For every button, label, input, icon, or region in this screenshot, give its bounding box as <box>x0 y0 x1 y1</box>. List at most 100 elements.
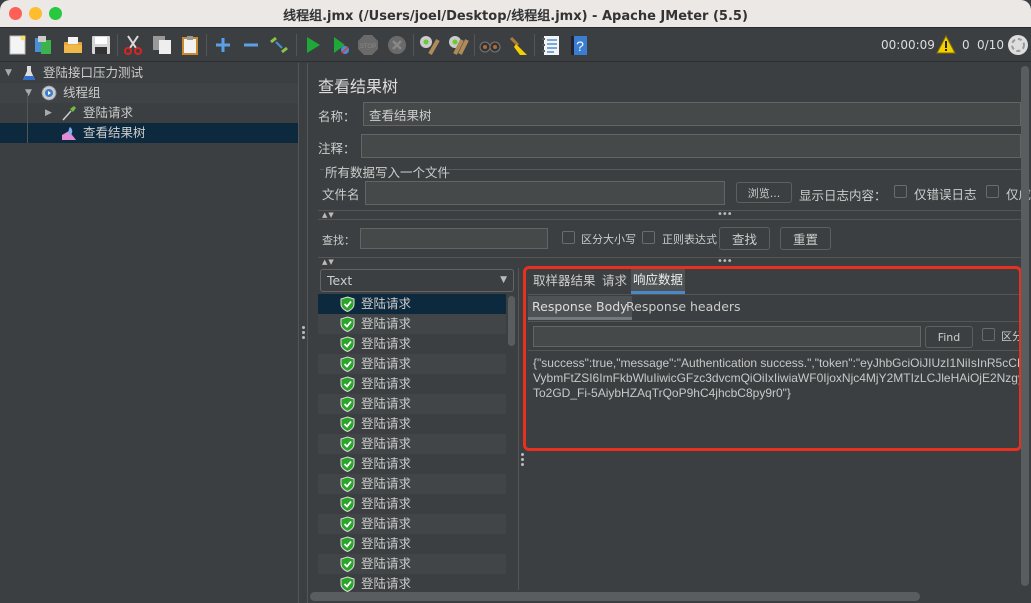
divider <box>318 219 1021 220</box>
errors-only-checkbox[interactable] <box>894 185 907 198</box>
result-item[interactable]: 登陆请求 <box>318 534 506 554</box>
warning-icon[interactable] <box>936 35 956 55</box>
active-threads: 0/10 <box>977 38 1004 52</box>
regex-checkbox[interactable] <box>642 231 655 244</box>
clear-all-icon[interactable] <box>447 34 469 56</box>
flask-icon <box>23 66 35 80</box>
case-sensitive-checkbox[interactable] <box>562 231 575 244</box>
renderer-select[interactable]: Text ▼ <box>320 269 514 292</box>
help-icon[interactable]: ? <box>568 34 590 56</box>
result-item[interactable]: 登陆请求 <box>318 474 506 494</box>
collapse-icon[interactable] <box>240 34 262 56</box>
tree-item-view-results-tree[interactable]: 查看结果树 <box>0 123 298 143</box>
new-icon[interactable] <box>7 34 29 56</box>
toggle-icon[interactable] <box>268 34 290 56</box>
result-item[interactable]: 登陆请求 <box>318 514 506 534</box>
result-item[interactable]: 登陆请求 <box>318 434 506 454</box>
reset-search-icon[interactable] <box>507 34 529 56</box>
save-icon[interactable] <box>90 34 112 56</box>
search-icon[interactable] <box>479 34 501 56</box>
comment-label: 注释： <box>318 141 356 156</box>
main-splitter[interactable] <box>298 63 308 603</box>
tab-sampler-result[interactable]: 取样器结果 <box>531 271 598 293</box>
chevron-down-icon: ▼ <box>500 275 507 285</box>
success-shield-icon <box>340 376 355 392</box>
name-input[interactable] <box>363 102 1021 126</box>
chevron-down-icon[interactable]: ▼ <box>5 63 12 83</box>
horizontal-scrollbar[interactable] <box>310 592 920 601</box>
result-item-label: 登陆请求 <box>361 556 412 571</box>
result-item[interactable]: 登陆请求 <box>318 574 506 594</box>
renderer-select-value: Text <box>327 273 353 288</box>
response-find-button[interactable]: Find <box>925 326 973 348</box>
warning-count: 0 <box>962 38 970 52</box>
split-handle-icon[interactable]: ••• <box>717 210 733 220</box>
result-item[interactable]: 登陆请求 <box>318 414 506 434</box>
success-shield-icon <box>340 296 355 312</box>
remote-engines-icon[interactable] <box>1007 34 1029 56</box>
splitter-handle-icon[interactable] <box>521 453 524 468</box>
success-shield-icon <box>340 556 355 572</box>
start-icon[interactable] <box>302 34 324 56</box>
result-item[interactable]: 登陆请求 <box>318 354 506 374</box>
filename-input[interactable] <box>365 181 725 205</box>
result-item-label: 登陆请求 <box>361 576 412 591</box>
find-button[interactable]: 查找 <box>719 227 770 250</box>
log-content-label: 显示日志内容： <box>799 188 887 203</box>
success-shield-icon <box>340 316 355 332</box>
tab-response-data[interactable]: 响应数据 <box>631 269 686 294</box>
result-item[interactable]: 登陆请求 <box>318 334 506 354</box>
result-item-label: 登陆请求 <box>361 376 412 391</box>
start-no-pauses-icon[interactable] <box>330 34 352 56</box>
result-item[interactable]: 登陆请求 <box>318 454 506 474</box>
panel-scrollbar[interactable] <box>1021 66 1029 586</box>
result-item[interactable]: 登陆请求 <box>318 494 506 514</box>
tree-item-http-request[interactable]: ▶ 登陆请求 <box>0 103 298 123</box>
success-shield-icon <box>340 416 355 432</box>
subtab-response-headers[interactable]: Response headers <box>622 296 745 320</box>
elapsed-time: 00:00:09 <box>881 38 935 52</box>
response-find-input[interactable] <box>533 326 921 347</box>
response-body-text[interactable]: {"success":true,"message":"Authenticatio… <box>533 356 1025 401</box>
tree-item-test-plan[interactable]: ▼ 登陆接口压力测试 <box>0 63 298 83</box>
result-item[interactable]: 登陆请求 <box>318 314 506 334</box>
chevron-right-icon[interactable]: ▶ <box>45 103 52 123</box>
search-input[interactable] <box>360 228 548 249</box>
splitter-handle-icon[interactable] <box>302 326 305 341</box>
errors-only-label: 仅错误日志 <box>914 187 977 202</box>
shutdown-icon[interactable] <box>386 34 408 56</box>
divider <box>528 294 1021 295</box>
comment-input[interactable] <box>361 134 1021 158</box>
results-scrollbar[interactable] <box>508 296 515 346</box>
result-item-label: 登陆请求 <box>361 336 412 351</box>
expand-icon[interactable] <box>212 34 234 56</box>
tree-guide-line <box>27 93 28 143</box>
stop-icon[interactable]: STOP <box>357 34 379 56</box>
title-bar: 线程组.jmx (/Users/joel/Desktop/线程组.jmx) - … <box>0 0 1031 28</box>
result-item[interactable]: 登陆请求 <box>318 374 506 394</box>
split-handle-icon[interactable]: ••• <box>717 257 733 267</box>
cut-icon[interactable] <box>122 34 144 56</box>
result-item[interactable]: 登陆请求 <box>318 554 506 574</box>
successes-only-checkbox[interactable] <box>986 185 999 198</box>
copy-icon[interactable] <box>151 34 173 56</box>
split-arrows-icon[interactable]: ▲▼ <box>322 211 335 219</box>
subtab-response-body[interactable]: Response Body <box>528 296 632 320</box>
group-border <box>320 169 324 170</box>
result-item-label: 登陆请求 <box>361 476 412 491</box>
tab-request[interactable]: 请求 <box>600 271 629 293</box>
result-item[interactable]: 登陆请求 <box>318 394 506 414</box>
result-item[interactable]: 登陆请求 <box>318 294 506 314</box>
tree-item-thread-group[interactable]: ▼ 线程组 <box>0 83 298 103</box>
browse-button[interactable]: 浏览... <box>736 182 792 203</box>
paste-icon[interactable] <box>179 34 201 56</box>
filename-label: 文件名 <box>322 187 360 202</box>
toolbar-separator <box>117 34 118 56</box>
templates-icon[interactable] <box>33 34 55 56</box>
function-helper-icon[interactable] <box>540 34 562 56</box>
open-icon[interactable] <box>62 34 84 56</box>
reset-button[interactable]: 重置 <box>780 227 831 250</box>
response-case-checkbox[interactable] <box>982 328 995 341</box>
split-arrows-icon[interactable]: ▲▼ <box>322 258 335 266</box>
clear-icon[interactable] <box>418 34 440 56</box>
